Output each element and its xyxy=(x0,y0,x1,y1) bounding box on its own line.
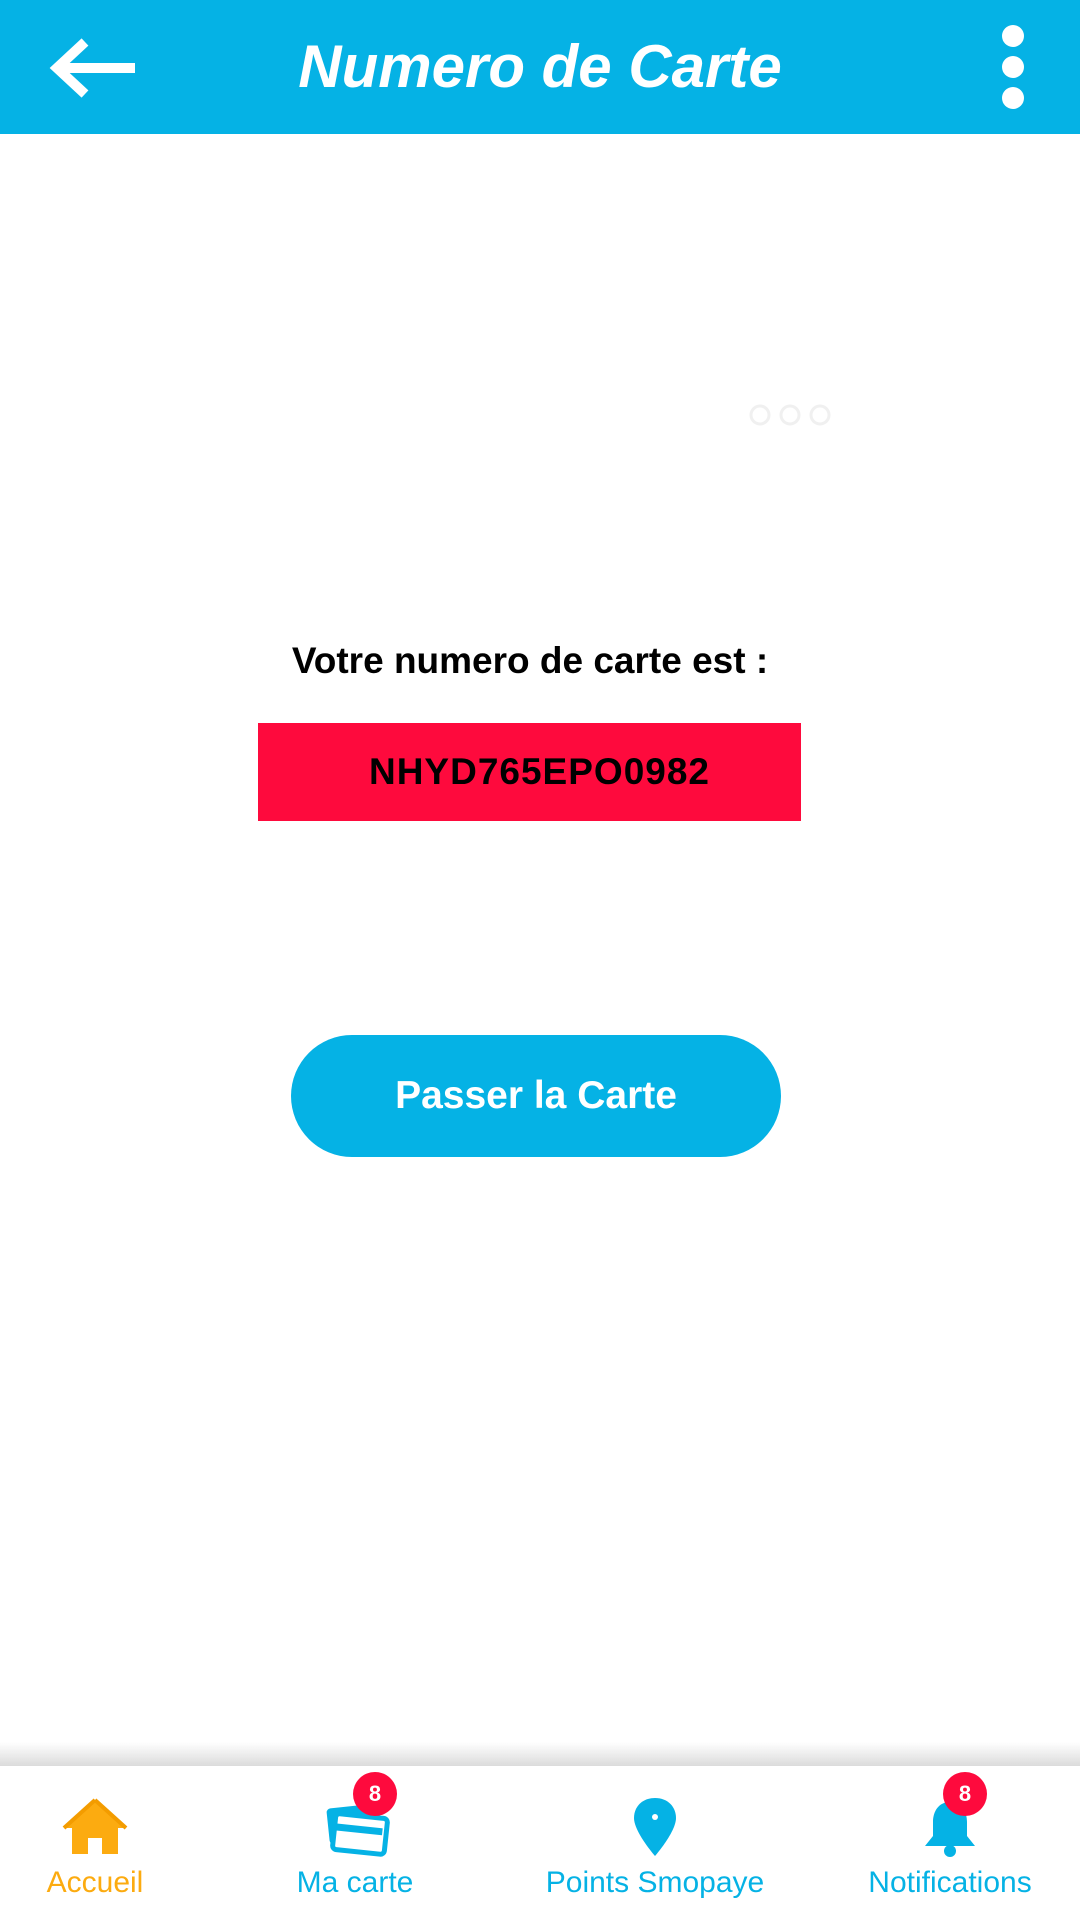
card-number-value: NHYD765EPO0982 xyxy=(368,751,711,792)
card-number-box: NHYD765EPO0982 xyxy=(258,723,801,821)
nav-item-accueil[interactable]: Accueil xyxy=(0,1766,190,1920)
nav-label-accueil: Accueil xyxy=(46,1866,144,1899)
more-vertical-icon xyxy=(1002,25,1024,109)
pass-card-button[interactable]: Passer la Carte xyxy=(291,1035,781,1157)
nav-item-notifications[interactable]: 8 Notifications xyxy=(850,1766,1050,1920)
bottom-nav-shadow xyxy=(0,1742,1080,1766)
location-pin-icon xyxy=(634,1798,676,1856)
loading-dots-icon xyxy=(749,404,831,426)
nav-label-ma-carte: Ma carte xyxy=(296,1866,414,1899)
overflow-menu-button[interactable] xyxy=(985,20,1041,114)
nav-label-notifications: Notifications xyxy=(868,1866,1032,1899)
bottom-navigation: Accueil 8 Ma carte Points Smopaye 8 Noti… xyxy=(0,1766,1080,1920)
nav-item-ma-carte[interactable]: 8 Ma carte xyxy=(255,1766,455,1920)
arrow-left-icon xyxy=(49,38,135,98)
nav-item-points-smopaye[interactable]: Points Smopaye xyxy=(530,1766,780,1920)
home-icon xyxy=(62,1798,128,1854)
back-button[interactable] xyxy=(38,28,148,108)
app-bar: Numero de Carte xyxy=(0,0,1080,134)
page-title: Numero de Carte xyxy=(298,33,782,100)
ma-carte-badge: 8 xyxy=(353,1772,397,1816)
nav-label-points-smopaye: Points Smopaye xyxy=(545,1866,765,1899)
notifications-badge: 8 xyxy=(943,1772,987,1816)
card-number-label: Votre numero de carte est : xyxy=(291,640,769,681)
card-number-screen: Numero de Carte Votre numero de carte es… xyxy=(0,0,1080,1920)
